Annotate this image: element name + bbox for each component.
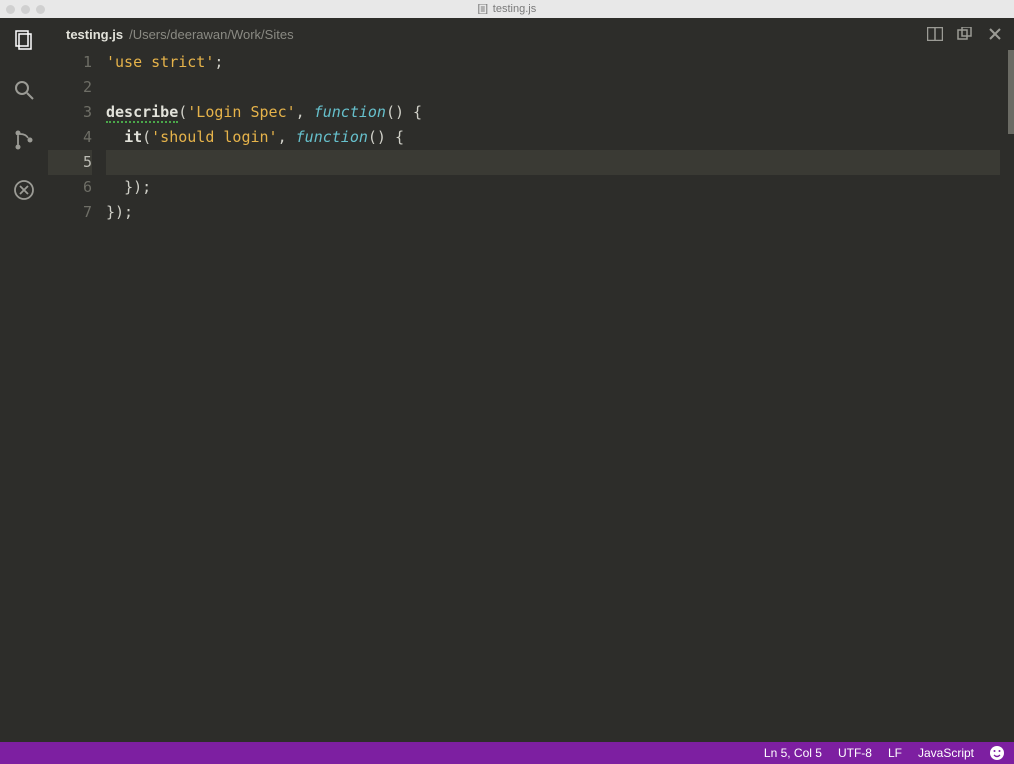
line-number: 2 <box>48 75 92 100</box>
explorer-icon[interactable] <box>10 26 38 54</box>
scrollbar[interactable] <box>1008 50 1014 742</box>
language-mode[interactable]: JavaScript <box>918 746 974 760</box>
line-number: 1 <box>48 50 92 75</box>
code-content[interactable]: 'use strict'; describe('Login Spec', fun… <box>106 50 1008 742</box>
source-control-icon[interactable] <box>10 126 38 154</box>
debug-icon[interactable] <box>10 176 38 204</box>
open-file-name[interactable]: testing.js <box>66 27 123 42</box>
code-line[interactable]: }); <box>106 200 1000 225</box>
code-line[interactable] <box>106 75 1000 100</box>
close-editor-icon[interactable] <box>986 25 1004 43</box>
file-icon <box>478 4 488 14</box>
more-actions-icon[interactable] <box>956 25 974 43</box>
main-area: testing.js /Users/deerawan/Work/Sites 12… <box>0 18 1014 742</box>
code-area[interactable]: 1234567 'use strict'; describe('Login Sp… <box>48 50 1014 742</box>
zoom-window-icon[interactable] <box>36 5 45 14</box>
file-encoding[interactable]: UTF-8 <box>838 746 872 760</box>
line-number: 5 <box>48 150 92 175</box>
editor-tab-row: testing.js /Users/deerawan/Work/Sites <box>48 18 1014 50</box>
cursor-position[interactable]: Ln 5, Col 5 <box>764 746 822 760</box>
open-file-path: /Users/deerawan/Work/Sites <box>129 27 294 42</box>
titlebar-title: testing.js <box>478 3 536 15</box>
minimize-window-icon[interactable] <box>21 5 30 14</box>
split-editor-icon[interactable] <box>926 25 944 43</box>
window-titlebar: testing.js <box>0 0 1014 18</box>
code-line[interactable]: 'use strict'; <box>106 50 1000 75</box>
titlebar-filename: testing.js <box>493 3 536 15</box>
scrollbar-thumb[interactable] <box>1008 50 1014 134</box>
line-number: 3 <box>48 100 92 125</box>
line-number: 6 <box>48 175 92 200</box>
eol-indicator[interactable]: LF <box>888 746 902 760</box>
editor-actions <box>926 25 1004 43</box>
code-line[interactable] <box>106 150 1000 175</box>
traffic-lights <box>0 5 45 14</box>
line-number: 7 <box>48 200 92 225</box>
code-line[interactable]: it('should login', function() { <box>106 125 1000 150</box>
code-line[interactable]: }); <box>106 175 1000 200</box>
editor: testing.js /Users/deerawan/Work/Sites 12… <box>48 18 1014 742</box>
feedback-icon[interactable] <box>990 746 1004 760</box>
search-icon[interactable] <box>10 76 38 104</box>
code-line[interactable]: describe('Login Spec', function() { <box>106 100 1000 125</box>
activity-bar <box>0 18 48 742</box>
close-window-icon[interactable] <box>6 5 15 14</box>
line-number-gutter: 1234567 <box>48 50 106 742</box>
line-number: 4 <box>48 125 92 150</box>
status-bar: Ln 5, Col 5 UTF-8 LF JavaScript <box>0 742 1014 764</box>
